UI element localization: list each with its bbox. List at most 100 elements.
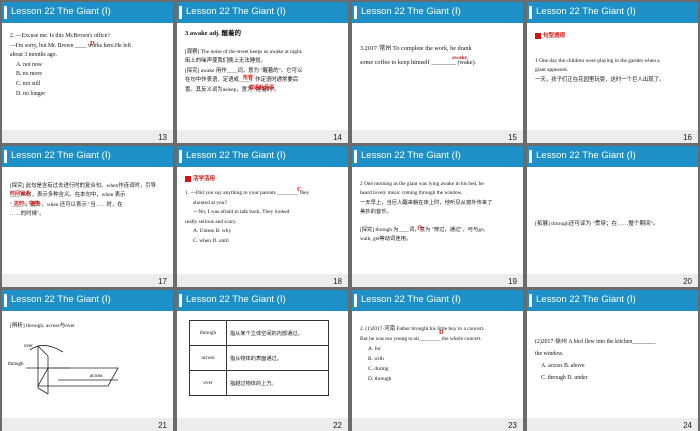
text-line: 街上的噪声使我们晚上无法睡觉。 bbox=[185, 58, 266, 65]
slide-title: Lesson 22 The Giant (Ⅰ) bbox=[536, 6, 636, 17]
text-line: (2)2017·徐州 A bird flew into the kitchen_… bbox=[535, 339, 656, 345]
header-bar bbox=[529, 6, 532, 19]
text-line: the window. bbox=[535, 351, 564, 357]
slide-header: Lesson 22 The Giant (Ⅰ) bbox=[352, 146, 523, 167]
slide-body: 2 One morning as the giant was lying awa… bbox=[360, 180, 517, 244]
table-row: over 指越过物体的上方。 bbox=[189, 370, 329, 396]
page-number: 19 bbox=[508, 277, 517, 286]
slide-footer: 16 bbox=[527, 130, 698, 143]
slide-19[interactable]: Lesson 22 The Giant (Ⅰ) 2 One morning as… bbox=[352, 146, 523, 287]
slide-body: 1 One day the children were playing in t… bbox=[535, 57, 692, 85]
slide-footer: 18 bbox=[177, 274, 348, 287]
slide-header: Lesson 22 The Giant (Ⅰ) bbox=[2, 2, 173, 23]
over-arrow bbox=[29, 345, 64, 353]
page-number: 24 bbox=[683, 421, 692, 430]
table-cell-value: 指从某个立体空间的内部通过。 bbox=[226, 320, 329, 346]
slide-title: Lesson 22 The Giant (Ⅰ) bbox=[11, 6, 111, 17]
slide-header: Lesson 22 The Giant (Ⅰ) bbox=[352, 2, 523, 23]
page-number: 20 bbox=[683, 277, 692, 286]
slide-header: Lesson 22 The Giant (Ⅰ) bbox=[527, 290, 698, 311]
text-line: ……的时候"。 bbox=[10, 211, 45, 218]
table-cell-key: through bbox=[189, 320, 227, 346]
slide-24[interactable]: Lesson 22 The Giant (Ⅰ) (2)2017·徐州 A bir… bbox=[527, 290, 698, 431]
vocab-word: 3 awake adj. 醒着的 bbox=[185, 30, 241, 37]
header-bar bbox=[354, 294, 357, 307]
slide-title: Lesson 22 The Giant (Ⅰ) bbox=[186, 150, 286, 161]
slide-22[interactable]: Lesson 22 The Giant (Ⅰ) through 指从某个立体空间的… bbox=[177, 290, 348, 431]
text-line: —No, I was afraid to talk back. They loo… bbox=[193, 209, 290, 216]
text-line: A. Unless B. why bbox=[193, 228, 232, 235]
slide-21[interactable]: Lesson 22 The Giant (Ⅰ) [辨析] through, ac… bbox=[2, 290, 173, 431]
slide-body: 1. —Did you say anything to your parents… bbox=[185, 189, 342, 247]
page-number: 14 bbox=[333, 133, 342, 142]
slide-body: [辨析] through, across与over bbox=[10, 322, 167, 332]
text-line: 3.2017·常州 To complete the work, he drank bbox=[360, 45, 472, 52]
slide-15[interactable]: Lesson 22 The Giant (Ⅰ) 3.2017·常州 To com… bbox=[352, 2, 523, 143]
slide-footer: 21 bbox=[2, 418, 173, 431]
table-row: across 指从物体的表面通过。 bbox=[189, 345, 329, 371]
label-across: across bbox=[90, 374, 103, 379]
text-line: 2. —Excuse me. Is this Mr.Brown's office… bbox=[10, 33, 110, 39]
text-line: 一天早上，当巨人醒来躺在床上时，他听见从窗外传来了 bbox=[360, 199, 493, 206]
page-number: 21 bbox=[158, 421, 167, 430]
page-number: 22 bbox=[333, 421, 342, 430]
text-line: D. through bbox=[368, 376, 392, 382]
slide-title: Lesson 22 The Giant (Ⅰ) bbox=[536, 294, 636, 305]
plane-shape bbox=[37, 367, 119, 387]
slide-title: Lesson 22 The Giant (Ⅰ) bbox=[186, 6, 286, 17]
text-line: C. when D. until bbox=[193, 237, 229, 244]
text-line: some coffee to keep himself ________ (wa… bbox=[360, 59, 477, 66]
slide-title: Lesson 22 The Giant (Ⅰ) bbox=[11, 294, 111, 305]
slide-13[interactable]: Lesson 22 The Giant (Ⅰ) 2. —Excuse me. I… bbox=[2, 2, 173, 143]
fill-answer: 时间状语 bbox=[10, 192, 31, 197]
answer-mark: D bbox=[439, 329, 444, 336]
slide-title: Lesson 22 The Giant (Ⅰ) bbox=[11, 150, 111, 161]
answer-mark: awake bbox=[452, 55, 467, 61]
slide-footer: 17 bbox=[2, 274, 173, 287]
slide-header: Lesson 22 The Giant (Ⅰ) bbox=[177, 2, 348, 23]
slide-title: Lesson 22 The Giant (Ⅰ) bbox=[361, 294, 461, 305]
text-line: [拓展] through还可译为 "贯穿；在……整个期间"。 bbox=[535, 221, 659, 227]
slide-17[interactable]: Lesson 22 The Giant (Ⅰ) [探究] 此句是含有过去进行时的… bbox=[2, 146, 173, 287]
slide-body: 2. —Excuse me. Is this Mr.Brown's office… bbox=[10, 32, 167, 99]
text-line: really serious and scary. bbox=[185, 218, 237, 225]
fill-answer: 形容 bbox=[243, 76, 254, 81]
table-cell-key: over bbox=[189, 370, 227, 396]
text-line: B. no more bbox=[16, 71, 42, 78]
text-line: A. for bbox=[368, 346, 381, 352]
slide-14[interactable]: Lesson 22 The Giant (Ⅰ) 3 awake adj. 醒着的… bbox=[177, 2, 348, 143]
page-number: 18 bbox=[333, 277, 342, 286]
answer-mark: D bbox=[90, 40, 95, 47]
header-bar bbox=[529, 150, 532, 163]
section-tag: 句型透视 bbox=[543, 33, 566, 39]
slide-header: Lesson 22 The Giant (Ⅰ) bbox=[177, 146, 348, 167]
text-line: —I'm sorry, but Mr. Brown ____ works her… bbox=[10, 42, 131, 49]
slide-footer: 24 bbox=[527, 418, 698, 431]
text-line: C. during bbox=[368, 366, 389, 372]
section-marker-icon bbox=[185, 176, 191, 182]
text-line: B. with bbox=[368, 356, 384, 362]
slide-body: [拓展] through还可译为 "贯穿；在……整个期间"。 bbox=[535, 220, 692, 230]
slide-footer: 23 bbox=[352, 418, 523, 431]
text-line: A. across B. above bbox=[541, 363, 585, 369]
slide-20[interactable]: Lesson 22 The Giant (Ⅰ) [拓展] through还可译为… bbox=[527, 146, 698, 287]
slide-body: (2)2017·徐州 A bird flew into the kitchen_… bbox=[535, 336, 692, 384]
text-line: about 3 months ago. bbox=[10, 52, 58, 59]
slide-footer: 14 bbox=[177, 130, 348, 143]
slide-title: Lesson 22 The Giant (Ⅰ) bbox=[361, 150, 461, 161]
text-line: C. through D. under bbox=[541, 375, 588, 381]
text-line: giant appeared. bbox=[535, 67, 568, 74]
text-line: 一天，孩子们正在花园里玩耍，这时一个巨人出现了。 bbox=[535, 76, 665, 83]
slide-18[interactable]: Lesson 22 The Giant (Ⅰ) 活学活用 1. —Did you… bbox=[177, 146, 348, 287]
slide-16[interactable]: Lesson 22 The Giant (Ⅰ) 句型透视 1 One day t… bbox=[527, 2, 698, 143]
slide-header: Lesson 22 The Giant (Ⅰ) bbox=[2, 290, 173, 311]
header-bar bbox=[354, 150, 357, 163]
text-line: D. no longer bbox=[16, 90, 46, 97]
preposition-table: through 指从某个立体空间的内部通过。 across 指从物体的表面通过。 o… bbox=[189, 320, 329, 396]
slide-title: Lesson 22 The Giant (Ⅰ) bbox=[361, 6, 461, 17]
page-number: 13 bbox=[158, 133, 167, 142]
header-bar bbox=[529, 294, 532, 307]
slide-title: Lesson 22 The Giant (Ⅰ) bbox=[536, 150, 636, 161]
page-number: 17 bbox=[158, 277, 167, 286]
slide-23[interactable]: Lesson 22 The Giant (Ⅰ) 2. (1)2017·河南 Fa… bbox=[352, 290, 523, 431]
